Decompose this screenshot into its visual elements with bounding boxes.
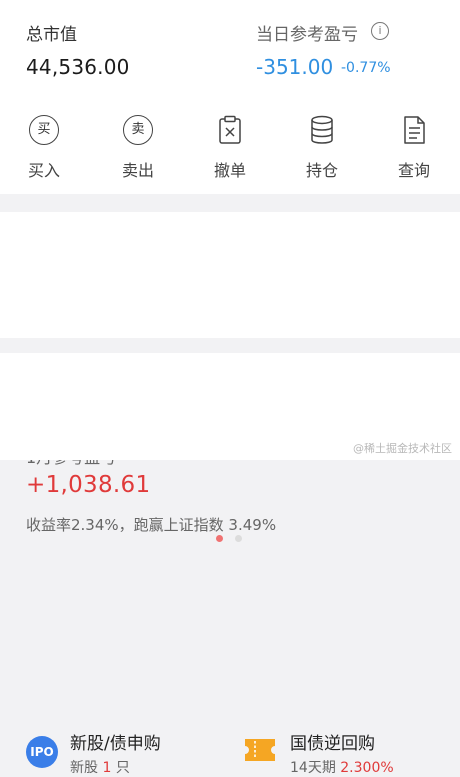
daily-pnl-value: -351.00 — [256, 55, 334, 79]
total-market-value-label: 总市值 — [26, 25, 77, 45]
total-market-value: 44,536.00 — [26, 55, 130, 79]
query-button[interactable]: 查询 — [384, 114, 444, 184]
ipo-subscription-title[interactable]: 新股/债申购 — [70, 729, 161, 754]
buy-icon: 买 — [29, 115, 59, 145]
monthly-pnl-value: +1,038.61 — [26, 472, 151, 498]
sell-button[interactable]: 卖 卖出 — [108, 114, 168, 184]
query-label: 查询 — [397, 161, 430, 180]
daily-pnl-label: 当日参考盈亏 — [256, 25, 358, 45]
daily-pnl-percent: -0.77% — [341, 60, 391, 76]
cancel-order-button[interactable]: 撤单 — [200, 114, 260, 184]
ipo-icon: IPO — [26, 736, 58, 768]
sell-icon: 卖 — [123, 115, 153, 145]
account-summary-card: 总市值 44,536.00 当日参考盈亏 i -351.00 -0.77% 买 … — [0, 0, 460, 194]
ipo-subscription-subtitle: 新股 1 只 — [70, 760, 130, 776]
buy-label: 买入 — [27, 161, 60, 180]
buy-button[interactable]: 买 买入 — [14, 114, 74, 184]
yield-summary: 收益率2.34%，跑赢上证指数 3.49% — [26, 516, 277, 534]
holdings-button[interactable]: 持仓 — [292, 114, 352, 184]
holdings-icon — [306, 114, 338, 146]
monthly-pnl-card[interactable]: 1月参考盈亏 +1,038.61 收益率2.34%，跑赢上证指数 3.49% — [0, 212, 460, 542]
query-icon — [398, 114, 430, 146]
pager-dot-inactive[interactable] — [235, 535, 242, 542]
sell-label: 卖出 — [121, 161, 154, 180]
products-card: IPO 新股/债申购 新股 1 只 国债逆回购 14天期 2.300% @稀土掘… — [0, 353, 460, 776]
info-icon[interactable]: i — [371, 22, 389, 40]
ipo-count: 1 — [102, 760, 112, 776]
watermark: @稀土掘金技术社区 — [353, 442, 452, 455]
cancel-order-icon — [214, 114, 246, 146]
ticket-icon — [243, 737, 277, 763]
repo-rate: 2.300% — [340, 760, 394, 776]
cancel-order-label: 撤单 — [213, 161, 246, 180]
treasury-repo-title[interactable]: 国债逆回购 — [290, 729, 375, 754]
holdings-label: 持仓 — [305, 161, 338, 180]
pager-dot-active[interactable] — [216, 535, 223, 542]
treasury-repo-subtitle: 14天期 2.300% — [290, 760, 394, 776]
